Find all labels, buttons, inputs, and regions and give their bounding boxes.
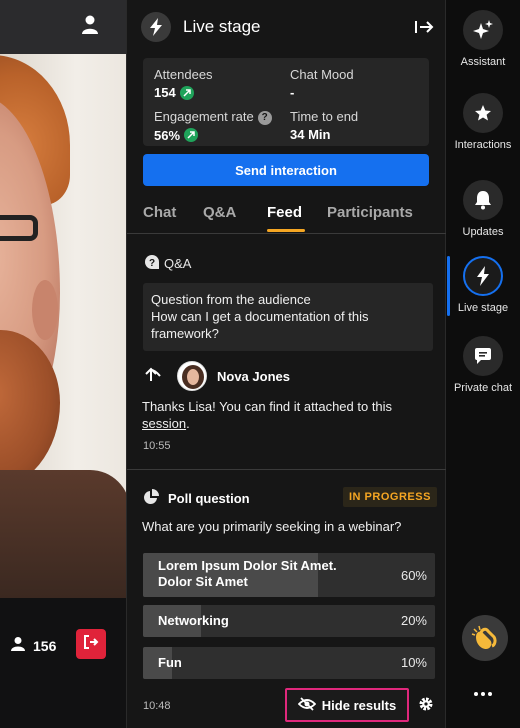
question-text: How can I get a documentation of this fr… <box>151 309 369 341</box>
presenter-shirt <box>0 470 126 600</box>
poll-option-percent: 10% <box>400 655 427 670</box>
poll-option: Fun 10% <box>143 647 435 679</box>
chat-mood-stat: Chat Mood - <box>290 67 354 100</box>
presenter-glasses <box>0 215 38 241</box>
eye-slash-icon <box>297 696 317 714</box>
gear-icon[interactable] <box>418 696 434 712</box>
question-icon: ? <box>145 255 159 272</box>
send-interaction-button[interactable]: Send interaction <box>143 154 429 186</box>
feed-content: ? Q&A Question from the audience How can… <box>127 235 447 728</box>
rail-item-updates[interactable]: Updates <box>446 180 520 238</box>
clapping-hands-icon[interactable] <box>462 615 508 661</box>
question-heading: Question from the audience <box>151 292 311 307</box>
attendees-value: 154 <box>154 85 176 100</box>
more-options-icon[interactable] <box>473 688 493 700</box>
sparkles-icon <box>463 10 503 50</box>
poll-option-percent: 20% <box>400 613 427 628</box>
poll-option-percent: 60% <box>400 568 427 583</box>
avatar <box>177 361 207 391</box>
reply-timestamp: 10:55 <box>143 440 171 452</box>
attendees-label: Attendees <box>154 67 213 82</box>
hide-results-label: Hide results <box>321 697 397 713</box>
svg-text:?: ? <box>149 258 155 269</box>
rail-label: Private chat <box>453 382 513 394</box>
panel-title: Live stage <box>183 17 261 36</box>
person-icon <box>10 636 26 655</box>
panel-header: Live stage <box>127 0 447 54</box>
divider <box>127 469 447 470</box>
trend-up-icon <box>179 85 194 100</box>
engagement-value: 56% <box>154 127 181 143</box>
poll-option-label: Networking <box>158 613 229 628</box>
time-to-end-value: 34 Min <box>290 127 331 142</box>
leave-button[interactable] <box>76 629 106 659</box>
poll-question: What are you primarily seeking in a webi… <box>142 519 402 534</box>
poll-label: Poll question <box>168 491 250 506</box>
poll-option-label: Fun <box>158 655 182 670</box>
session-link[interactable]: session <box>142 416 186 431</box>
viewer-count-value: 156 <box>33 637 57 654</box>
reply-text-end: . <box>186 416 190 431</box>
engagement-label: Engagement rate <box>154 109 254 124</box>
bell-icon <box>463 180 503 220</box>
poll-timestamp: 10:48 <box>143 700 171 712</box>
reply-message: Thanks Lisa! You can find it attached to… <box>142 398 432 432</box>
rail-item-private-chat[interactable]: Private chat <box>446 336 520 394</box>
video-bottom-bar <box>0 598 126 728</box>
live-stage-panel: Live stage Attendees 154 Chat Mood - Eng… <box>126 0 447 728</box>
time-to-end-label: Time to end <box>290 109 359 124</box>
exit-icon <box>83 634 99 655</box>
attendees-stat: Attendees 154 <box>154 67 213 100</box>
rail-label: Assistant <box>460 56 506 68</box>
rail-item-interactions[interactable]: Interactions <box>446 93 520 151</box>
reply-author: Nova Jones <box>217 368 290 384</box>
bolt-icon <box>141 12 171 42</box>
tab-feed[interactable]: Feed <box>267 204 302 221</box>
rail-item-assistant[interactable]: Assistant <box>446 10 520 68</box>
rail-label: Updates <box>462 226 504 238</box>
status-badge: IN PROGRESS <box>343 487 437 507</box>
chat-bubble-icon <box>463 336 503 376</box>
collapse-panel-icon[interactable] <box>413 17 435 37</box>
hide-results-button[interactable]: Hide results <box>285 688 409 722</box>
pie-chart-icon <box>143 489 159 508</box>
trend-up-icon <box>184 128 199 142</box>
stats-card: Attendees 154 Chat Mood - Engagement rat… <box>143 58 429 146</box>
reply-header: Nova Jones <box>143 361 290 391</box>
user-icon[interactable] <box>80 14 100 36</box>
tab-chat[interactable]: Chat <box>143 204 176 221</box>
bolt-icon <box>463 256 503 296</box>
rail-item-live-stage[interactable]: Live stage <box>446 256 520 314</box>
right-rail: Assistant Interactions Updates Live stag… <box>446 0 520 728</box>
qa-section-label: ? Q&A <box>145 255 191 272</box>
poll-header: Poll question <box>143 489 250 508</box>
active-tab-indicator <box>267 229 305 232</box>
rail-label: Live stage <box>457 302 509 314</box>
poll-option-label: Lorem Ipsum Dolor Sit Amet. Dolor Sit Am… <box>158 558 337 589</box>
video-stream <box>0 0 126 728</box>
poll-option: Networking 20% <box>143 605 435 637</box>
tab-qa[interactable]: Q&A <box>203 204 236 221</box>
chat-mood-label: Chat Mood <box>290 67 354 82</box>
star-icon <box>463 93 503 133</box>
time-to-end-stat: Time to end 34 Min <box>290 109 358 142</box>
panel-tabs: Chat Q&A Feed Participants <box>127 196 447 234</box>
qa-label-text: Q&A <box>164 256 192 271</box>
presenter-ear <box>32 280 58 340</box>
viewer-count: 156 <box>10 636 56 655</box>
chat-mood-value: - <box>290 85 295 100</box>
help-icon[interactable]: ? <box>257 110 272 125</box>
reply-arrow-icon <box>143 366 161 387</box>
tab-participants[interactable]: Participants <box>327 204 413 221</box>
reply-text: Thanks Lisa! You can find it attached to… <box>142 399 393 414</box>
poll-option: Lorem Ipsum Dolor Sit Amet. Dolor Sit Am… <box>143 553 435 597</box>
audience-question: Question from the audience How can I get… <box>143 283 433 351</box>
rail-label: Interactions <box>454 139 512 151</box>
engagement-stat: Engagement rate? 56% <box>154 109 272 143</box>
